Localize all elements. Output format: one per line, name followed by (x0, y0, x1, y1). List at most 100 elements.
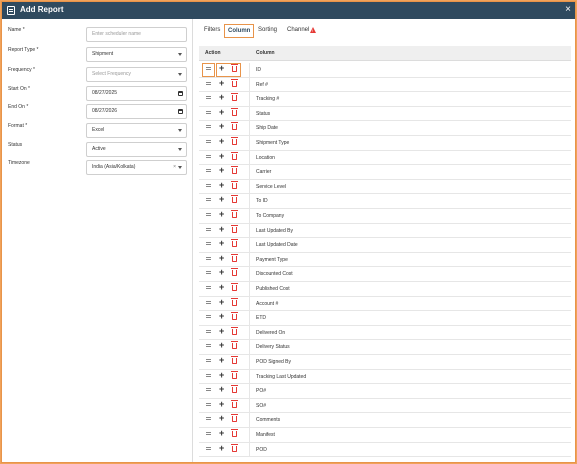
trash-icon[interactable] (231, 399, 238, 408)
trash-icon[interactable] (231, 268, 238, 277)
timezone-select[interactable]: India (Asia/Kolkata) × (86, 160, 187, 175)
drag-handle-icon[interactable] (206, 417, 211, 421)
trash-icon[interactable] (231, 224, 238, 233)
trash-icon[interactable] (231, 93, 238, 102)
chevron-down-icon (178, 166, 182, 169)
add-icon[interactable]: + (219, 311, 224, 322)
trash-icon[interactable] (231, 283, 238, 291)
trash-icon[interactable] (231, 166, 238, 175)
add-icon[interactable]: + (219, 267, 224, 278)
trash-icon[interactable] (231, 341, 238, 350)
table-row: + Delivery Status (199, 340, 571, 355)
add-icon[interactable]: + (219, 165, 224, 176)
drag-handle-icon[interactable] (206, 169, 211, 173)
tab-channel[interactable]: Channel (287, 24, 309, 38)
frequency-select[interactable]: Select Frequency (86, 67, 187, 82)
add-icon[interactable]: + (219, 428, 224, 439)
trash-icon[interactable] (231, 297, 238, 306)
drag-handle-icon[interactable] (206, 213, 211, 216)
drag-handle-icon[interactable] (206, 373, 211, 377)
add-icon[interactable]: + (219, 253, 224, 264)
trash-icon[interactable] (231, 429, 238, 437)
tab-column[interactable]: Column (224, 24, 255, 38)
trash-icon[interactable] (231, 443, 238, 452)
trash-icon[interactable] (231, 78, 238, 87)
drag-handle-icon[interactable] (206, 402, 211, 406)
add-icon[interactable]: + (219, 238, 224, 249)
end-on-date-input[interactable]: 08/27/2026 (86, 104, 187, 119)
drag-handle-icon[interactable] (206, 242, 211, 246)
trash-icon[interactable] (231, 210, 238, 218)
drag-handle-icon[interactable] (206, 183, 211, 187)
drag-handle-icon[interactable] (206, 329, 211, 333)
trash-icon[interactable] (231, 122, 238, 131)
drag-handle-icon[interactable] (206, 432, 211, 435)
add-icon[interactable]: + (219, 384, 224, 395)
report-type-select[interactable]: Shipment (86, 47, 187, 62)
drag-handle-icon[interactable] (206, 227, 211, 231)
drag-handle-icon[interactable] (206, 81, 211, 85)
drag-handle-icon[interactable] (206, 198, 211, 202)
drag-handle-icon[interactable] (206, 256, 211, 260)
calendar-icon[interactable] (178, 91, 183, 96)
drag-handle-icon[interactable] (206, 359, 211, 362)
drag-handle-icon[interactable] (206, 388, 211, 392)
trash-icon[interactable] (231, 326, 238, 335)
close-icon[interactable]: × (565, 4, 571, 15)
add-icon[interactable]: + (219, 121, 224, 132)
drag-handle-icon[interactable] (206, 315, 211, 319)
add-icon[interactable]: + (219, 151, 224, 162)
name-input[interactable]: Enter scheduler name (86, 27, 187, 42)
drag-handle-icon[interactable] (206, 110, 211, 114)
add-icon[interactable]: + (219, 297, 224, 308)
add-icon[interactable]: + (219, 136, 224, 147)
add-icon[interactable]: + (219, 399, 224, 410)
column-divider (249, 92, 250, 107)
drag-handle-icon[interactable] (206, 140, 211, 143)
add-icon[interactable]: + (219, 413, 224, 424)
drag-handle-icon[interactable] (206, 96, 211, 100)
add-icon[interactable]: + (219, 370, 224, 381)
calendar-icon[interactable] (178, 109, 183, 114)
drag-handle-icon[interactable] (206, 446, 211, 450)
trash-icon[interactable] (231, 385, 238, 394)
trash-icon[interactable] (231, 370, 238, 379)
add-icon[interactable]: + (219, 340, 224, 351)
add-icon[interactable]: + (219, 282, 224, 293)
drag-handle-icon[interactable] (206, 271, 211, 275)
add-icon[interactable]: + (219, 326, 224, 337)
report-icon (7, 6, 15, 15)
trash-icon[interactable] (231, 151, 238, 160)
drag-handle-icon[interactable] (206, 344, 211, 348)
status-select[interactable]: Active (86, 142, 187, 157)
drag-handle-icon[interactable] (206, 300, 211, 304)
drag-handle-icon[interactable] (206, 125, 211, 129)
trash-icon[interactable] (231, 356, 238, 364)
tab-filters[interactable]: Filters (204, 24, 220, 38)
column-divider (249, 340, 250, 355)
format-select[interactable]: Excel (86, 123, 187, 138)
add-icon[interactable]: + (219, 443, 224, 454)
add-icon[interactable]: + (219, 78, 224, 89)
start-on-date-input[interactable]: 08/27/2025 (86, 86, 187, 101)
add-icon[interactable]: + (219, 107, 224, 118)
trash-icon[interactable] (231, 137, 238, 145)
trash-icon[interactable] (231, 107, 238, 116)
trash-icon[interactable] (231, 312, 238, 321)
add-icon[interactable]: + (219, 92, 224, 103)
column-name: Manifest (256, 432, 275, 438)
trash-icon[interactable] (231, 239, 238, 248)
trash-icon[interactable] (231, 253, 238, 262)
add-icon[interactable]: + (219, 355, 224, 366)
add-icon[interactable]: + (219, 209, 224, 220)
tab-sorting[interactable]: Sorting (258, 24, 277, 38)
add-icon[interactable]: + (219, 224, 224, 235)
add-icon[interactable]: + (219, 180, 224, 191)
drag-handle-icon[interactable] (206, 154, 211, 158)
trash-icon[interactable] (231, 180, 238, 189)
trash-icon[interactable] (231, 195, 238, 204)
clear-icon[interactable]: × (173, 161, 176, 174)
drag-handle-icon[interactable] (206, 286, 211, 289)
trash-icon[interactable] (231, 414, 238, 423)
add-icon[interactable]: + (219, 194, 224, 205)
